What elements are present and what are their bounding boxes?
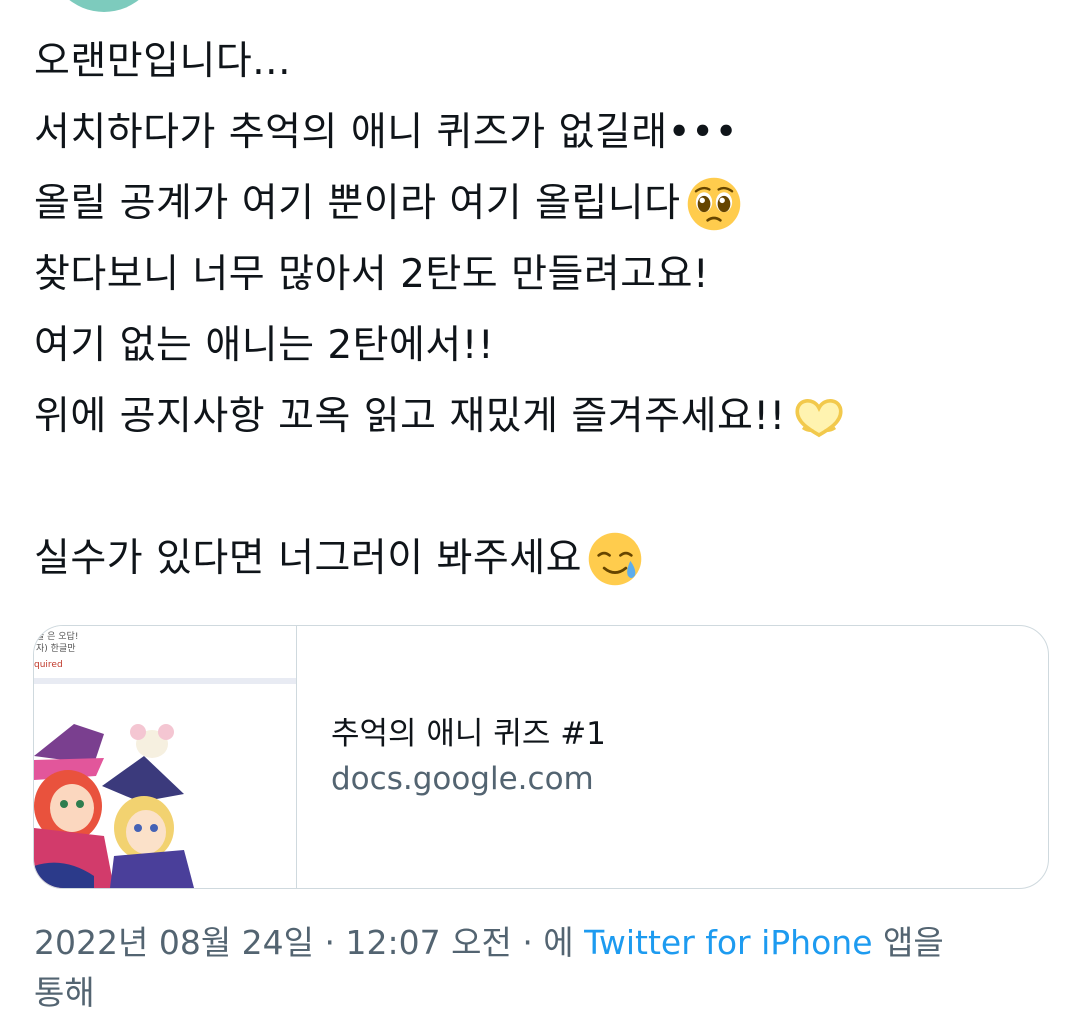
tweet-time[interactable]: 12:07 오전 bbox=[346, 923, 512, 962]
tweet-line-text: 오랜만입니다... bbox=[34, 39, 291, 84]
tweet-line-6: 위에 공지사항 꼬옥 읽고 재밌게 즐겨주세요!! bbox=[34, 381, 1054, 452]
anime-artwork-image bbox=[34, 716, 194, 888]
tweet-line-text: 위에 공지사항 꼬옥 읽고 재밌게 즐겨주세요!! bbox=[34, 394, 786, 439]
tweet-text: 오랜만입니다... 서치하다가 추억의 애니 퀴즈가 없길래••• 올릴 공계가… bbox=[34, 26, 1054, 594]
tweet-line-1: 오랜만입니다... bbox=[34, 26, 1054, 97]
tweet-date[interactable]: 2022년 08월 24일 bbox=[34, 923, 314, 962]
tweet-line-text: 올릴 공계가 여기 뿐이라 여기 올립니다 bbox=[34, 181, 681, 226]
thumbnail-doc-text: quired bbox=[34, 660, 63, 670]
tweet-line-2: 서치하다가 추억의 애니 퀴즈가 없길래••• bbox=[34, 97, 1054, 168]
thumbnail-doc-bar bbox=[34, 678, 296, 684]
thumbnail-doc-text: 자) 한글만 bbox=[36, 644, 76, 654]
meta-suffix-2: 통해 bbox=[34, 973, 95, 1012]
smiling-face-with-tear-icon bbox=[586, 530, 644, 588]
tweet-line-text: 찾다보니 너무 많아서 2탄도 만들려고요! bbox=[34, 252, 710, 297]
tweet-line-3: 올릴 공계가 여기 뿐이라 여기 올립니다 bbox=[34, 168, 1054, 239]
link-preview-domain: docs.google.com bbox=[331, 761, 594, 797]
pleading-face-icon bbox=[685, 175, 743, 233]
tweet-line-text: 여기 없는 애니는 2탄에서!! bbox=[34, 323, 495, 368]
link-preview-title: 추억의 애니 퀴즈 #1 bbox=[331, 716, 606, 752]
meta-suffix: 앱을 bbox=[872, 923, 944, 962]
tweet-metadata: 2022년 08월 24일 · 12:07 오전 · 에 Twitter for… bbox=[34, 918, 1034, 1018]
link-preview-card[interactable]: 글 은 오답! 자) 한글만 quired 추억의 애니 퀴즈 #1 docs.… bbox=[33, 625, 1049, 889]
link-preview-thumbnail[interactable]: 글 은 오답! 자) 한글만 quired bbox=[34, 626, 297, 888]
tweet-line-text: 실수가 있다면 너그러이 봐주세요 bbox=[34, 536, 583, 581]
heart-hands-icon bbox=[790, 388, 848, 446]
tweet-line-5: 여기 없는 애니는 2탄에서!! bbox=[34, 310, 1054, 381]
link-preview-info[interactable]: 추억의 애니 퀴즈 #1 docs.google.com bbox=[297, 626, 1048, 888]
tweet-line-text: 서치하다가 추억의 애니 퀴즈가 없길래••• bbox=[34, 110, 739, 155]
meta-separator: · 에 bbox=[511, 923, 585, 962]
avatar[interactable] bbox=[48, 0, 160, 12]
tweet-line-8: 실수가 있다면 너그러이 봐주세요 bbox=[34, 523, 1054, 594]
tweet-line-4: 찾다보니 너무 많아서 2탄도 만들려고요! bbox=[34, 239, 1054, 310]
tweet-source-link[interactable]: Twitter for iPhone bbox=[584, 923, 872, 962]
meta-separator: · bbox=[314, 923, 346, 962]
